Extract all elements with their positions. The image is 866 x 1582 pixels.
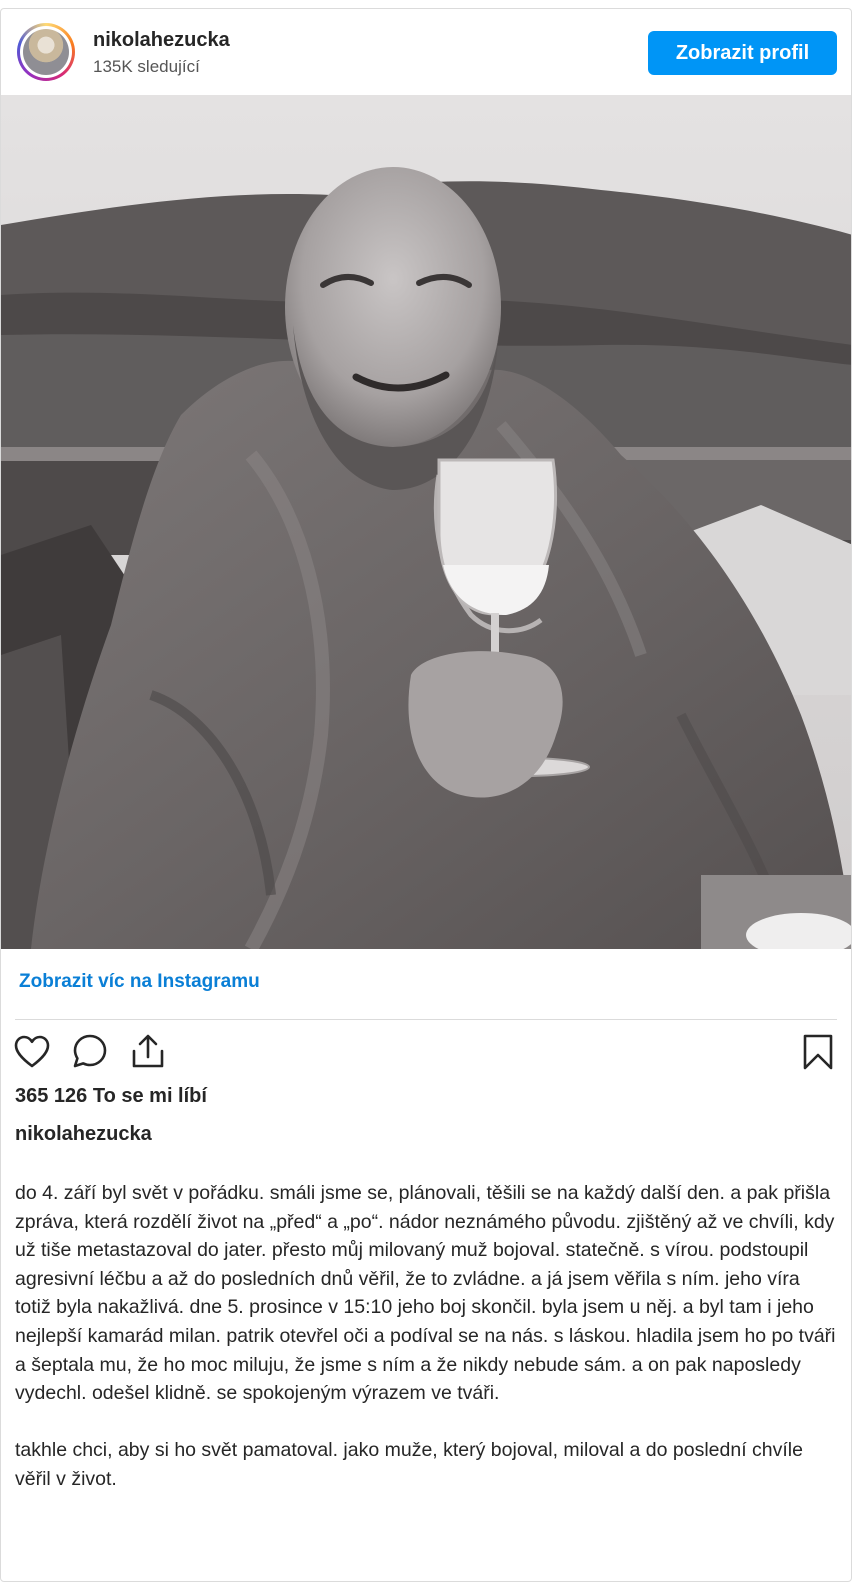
caption-paragraph: do 4. září byl svět v pořádku. smáli jsm… — [15, 1182, 836, 1405]
view-more-on-instagram-link[interactable]: Zobrazit víc na Instagramu — [19, 971, 260, 993]
comment-icon[interactable] — [71, 1033, 109, 1071]
caption-username[interactable]: nikolahezucka — [15, 1123, 152, 1146]
caption-paragraph: takhle chci, aby si ho svět pamatoval. j… — [15, 1439, 803, 1490]
username[interactable]: nikolahezucka — [93, 29, 230, 52]
bookmark-icon[interactable] — [799, 1033, 837, 1071]
view-profile-button[interactable]: Zobrazit profil — [648, 31, 837, 75]
post-caption: do 4. září byl svět v pořádku. smáli jsm… — [15, 1179, 837, 1522]
instagram-embed-card: nikolahezucka 135K sledující Zobrazit pr… — [0, 8, 852, 1582]
avatar[interactable] — [17, 23, 75, 81]
share-icon[interactable] — [129, 1033, 167, 1071]
heart-icon[interactable] — [13, 1033, 51, 1071]
follower-count: 135K sledující — [93, 57, 200, 76]
photo-image — [1, 95, 851, 949]
like-count[interactable]: 365 126 To se mi líbí — [15, 1085, 207, 1108]
divider — [15, 1019, 837, 1020]
post-header: nikolahezucka 135K sledující Zobrazit pr… — [1, 9, 851, 95]
post-photo[interactable] — [1, 95, 851, 949]
